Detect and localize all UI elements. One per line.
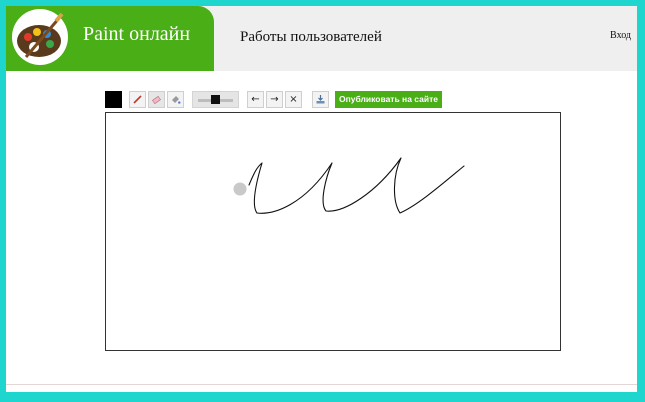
brush-size-slider[interactable] (192, 91, 239, 108)
header: Paint онлайн Работы пользователей Вход (6, 6, 637, 71)
download-icon (316, 95, 325, 104)
nav-user-works-link[interactable]: Работы пользователей (240, 29, 382, 46)
brand-area[interactable]: Paint онлайн (6, 6, 214, 71)
undo-button[interactable]: ← (247, 91, 264, 108)
footer-divider (6, 384, 637, 385)
brush-icon (133, 95, 142, 104)
redo-button[interactable]: → (266, 91, 283, 108)
fill-tool-button[interactable] (167, 91, 184, 108)
login-link[interactable]: Вход (610, 30, 631, 41)
color-picker-swatch[interactable] (105, 91, 122, 108)
brush-cursor (233, 182, 247, 196)
clear-button[interactable]: × (285, 91, 302, 108)
arrow-right-icon: → (270, 94, 279, 105)
paint-bucket-icon (172, 96, 181, 104)
arrow-left-icon: ← (251, 94, 260, 105)
slider-thumb[interactable] (211, 95, 220, 104)
eraser-icon (152, 95, 161, 105)
drawing-canvas[interactable] (105, 112, 561, 351)
app-frame: Paint онлайн Работы пользователей Вход ←… (6, 6, 637, 392)
drawn-stroke (248, 157, 465, 214)
palette-logo-icon (12, 9, 68, 65)
eraser-tool-button[interactable] (148, 91, 165, 108)
drawing-layer (233, 157, 465, 214)
publish-button[interactable]: Опубликовать на сайте (335, 91, 442, 108)
brush-tool-button[interactable] (129, 91, 146, 108)
site-title: Paint онлайн (83, 23, 191, 45)
download-button[interactable] (312, 91, 329, 108)
close-icon: × (289, 94, 298, 105)
